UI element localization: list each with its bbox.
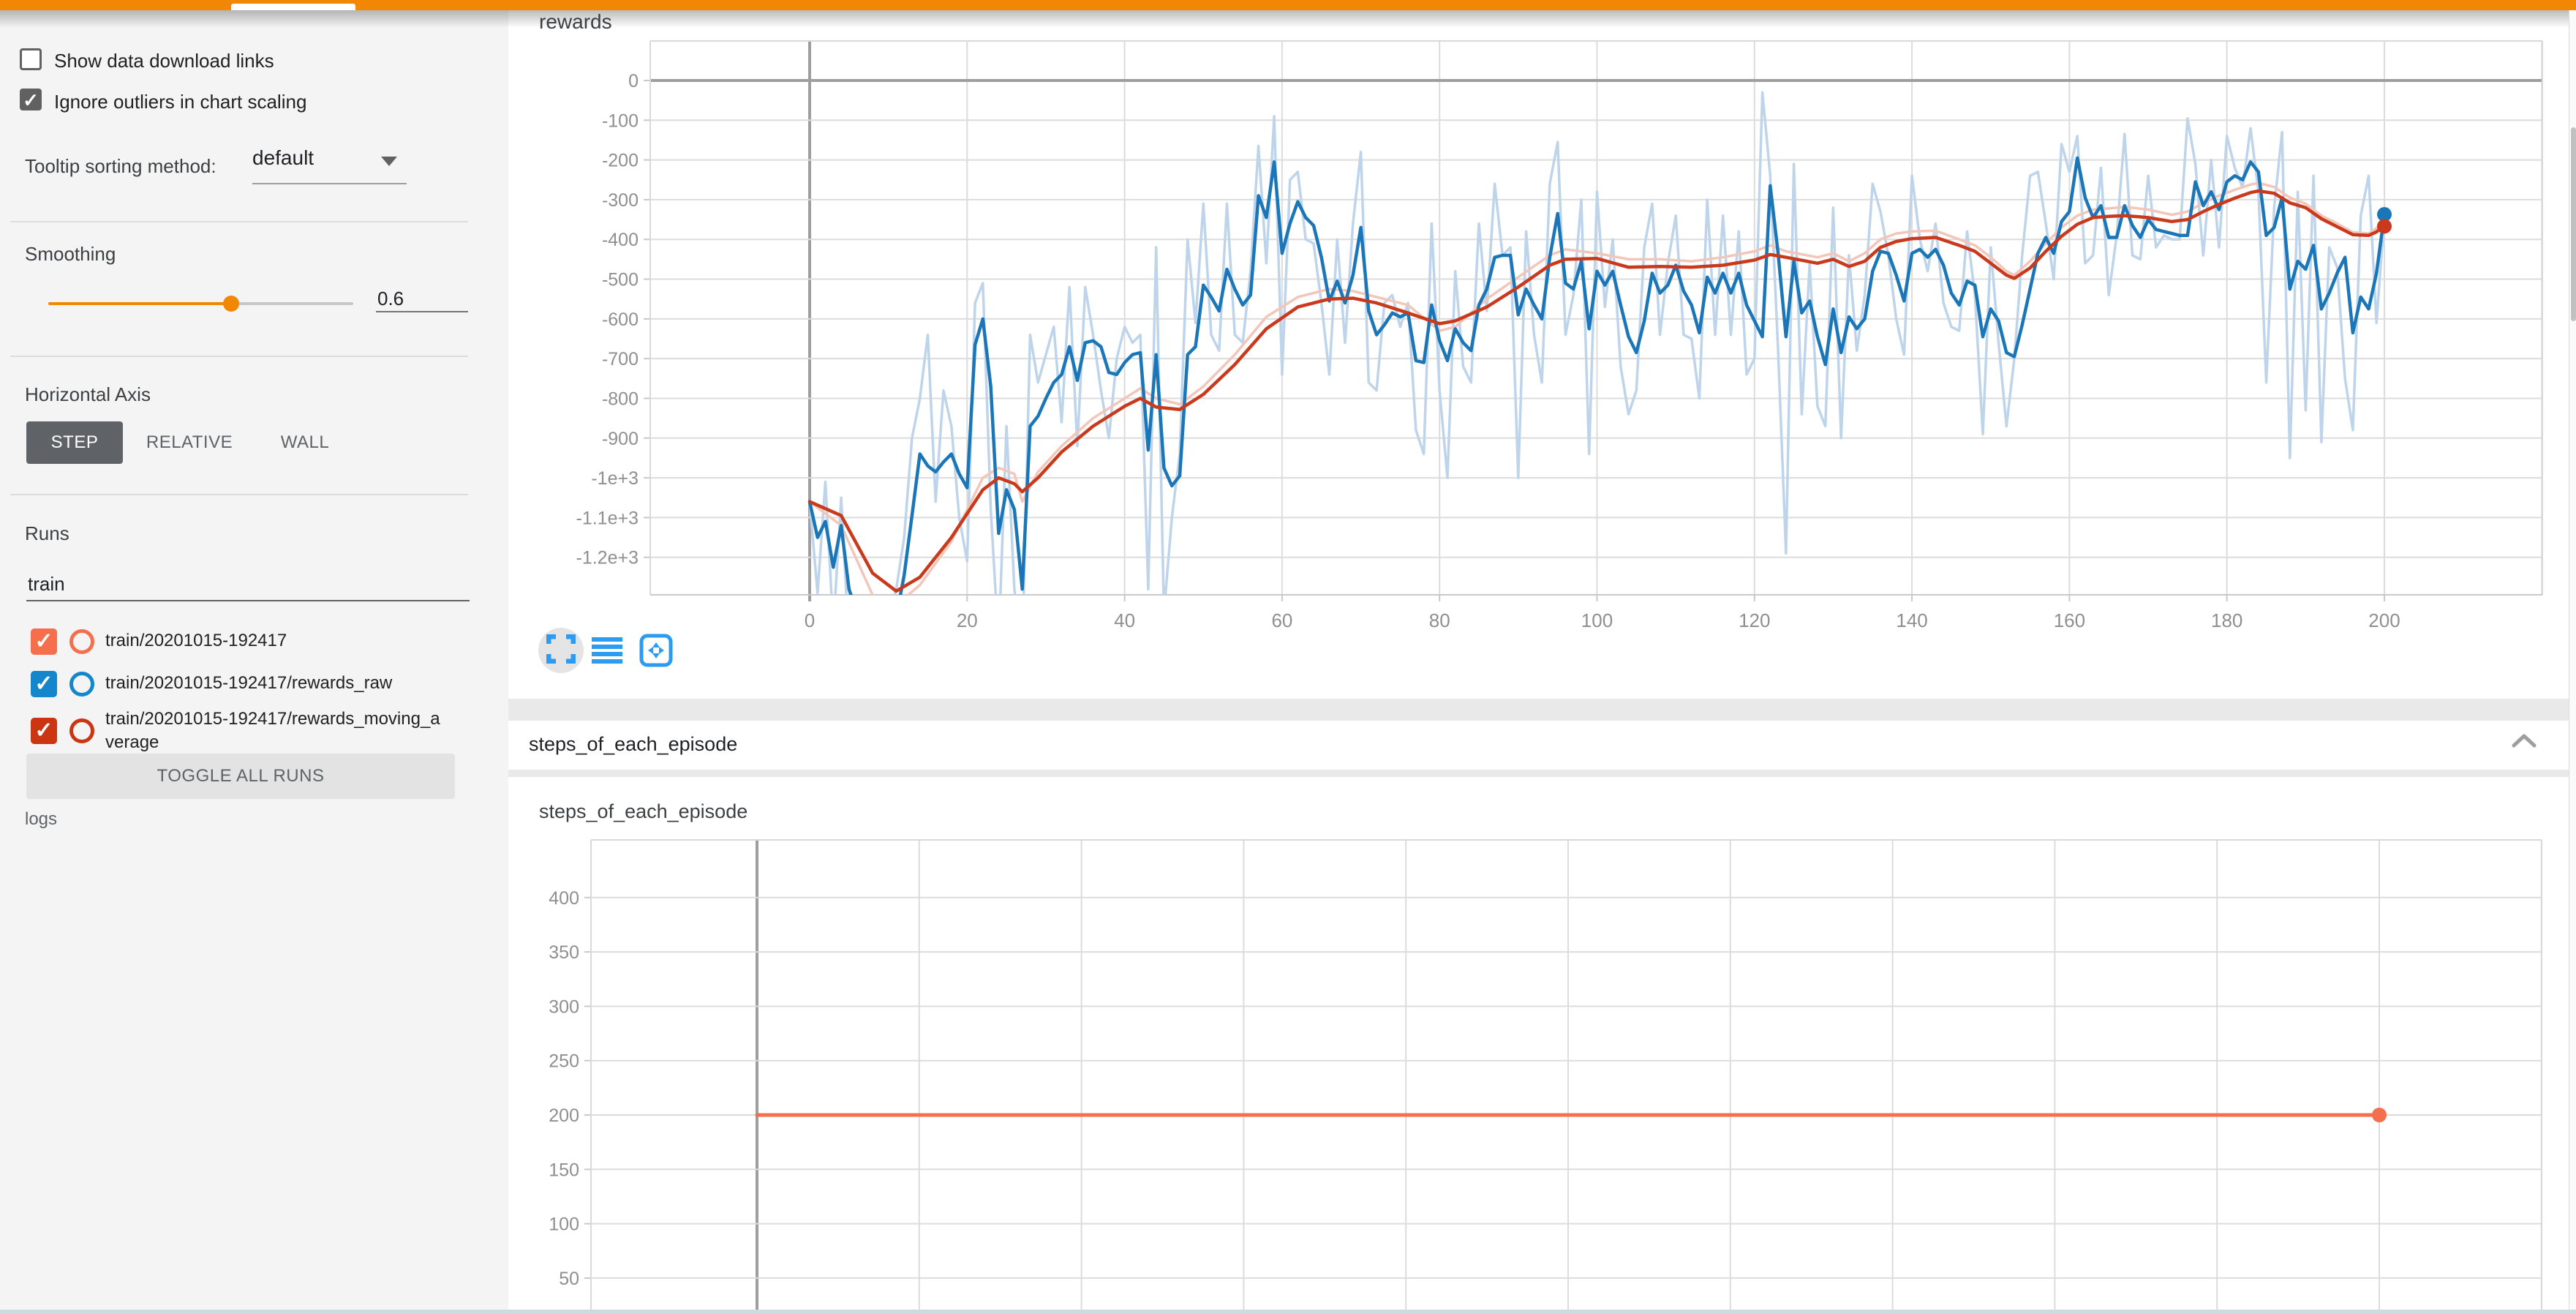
top-bar: [0, 0, 2576, 10]
runs-filter-input[interactable]: [26, 568, 470, 601]
collapse-section-button[interactable]: [2509, 731, 2539, 755]
run-label: train/20201015-192417/rewards_moving_ave…: [105, 707, 440, 754]
fit-domain-button[interactable]: [639, 633, 674, 672]
run-color-circle[interactable]: [69, 672, 94, 697]
run-item[interactable]: ✓ train/20201015-192417: [31, 628, 440, 655]
section-header-title: steps_of_each_episode: [529, 733, 737, 756]
horizontal-lines-button[interactable]: [592, 637, 622, 667]
run-label: train/20201015-192417/rewards_raw: [105, 672, 440, 695]
bottom-edge: [0, 1310, 2576, 1314]
rewards-chart-title: rewards: [539, 10, 612, 34]
fit-domain-icon: [639, 658, 674, 671]
axis-relative-button[interactable]: RELATIVE: [143, 421, 236, 464]
tooltip-sorting-select[interactable]: default: [252, 146, 407, 184]
chevron-up-icon: [2509, 742, 2539, 754]
rewards-chart-card: rewards: [508, 10, 2569, 699]
tensorboard-page: rewards: [0, 0, 2576, 1314]
ignore-outliers-label: Ignore outliers in chart scaling: [54, 91, 306, 113]
scrollbar-thumb[interactable]: [2571, 127, 2576, 321]
show-download-links-label: Show data download links: [54, 50, 274, 72]
runs-label: Runs: [25, 522, 69, 545]
steps-chart-title: steps_of_each_episode: [539, 800, 747, 823]
fullscreen-button[interactable]: [538, 628, 584, 673]
page-scrollbar[interactable]: [2569, 10, 2576, 1314]
show-download-links-checkbox[interactable]: [20, 48, 42, 70]
smoothing-slider-fill: [48, 302, 231, 305]
toggle-all-runs-button[interactable]: TOGGLE ALL RUNS: [26, 754, 455, 799]
run-item[interactable]: ✓ train/20201015-192417/rewards_raw: [31, 671, 440, 697]
tooltip-sorting-label: Tooltip sorting method:: [25, 155, 216, 178]
run-checkbox[interactable]: ✓: [31, 671, 57, 697]
topbar-loading-indicator: [231, 4, 355, 10]
smoothing-label: Smoothing: [25, 243, 116, 266]
tooltip-sorting-value: default: [252, 146, 314, 169]
smoothing-slider-thumb[interactable]: [223, 296, 239, 312]
horizontal-axis-label: Horizontal Axis: [25, 383, 151, 406]
divider: [10, 494, 468, 495]
run-color-circle[interactable]: [69, 629, 94, 654]
axis-step-button[interactable]: STEP: [26, 421, 123, 464]
run-label: train/20201015-192417: [105, 629, 440, 653]
divider: [10, 356, 468, 357]
ignore-outliers-checkbox[interactable]: ✓: [20, 89, 42, 110]
steps-chart-card: steps_of_each_episode: [508, 777, 2569, 1314]
horizontal-lines-icon: [592, 654, 622, 667]
run-checkbox[interactable]: ✓: [31, 718, 57, 744]
fullscreen-icon: [546, 634, 576, 667]
run-color-circle[interactable]: [69, 718, 94, 743]
run-checkbox[interactable]: ✓: [31, 628, 57, 655]
section-header[interactable]: steps_of_each_episode: [508, 721, 2569, 770]
dropdown-arrow-icon: [381, 157, 397, 166]
smoothing-value-input[interactable]: [376, 287, 468, 312]
logdir-label: logs: [25, 809, 57, 830]
axis-wall-button[interactable]: WALL: [266, 421, 344, 464]
divider: [10, 221, 468, 222]
settings-sidebar: Show data download links ✓ Ignore outlie…: [0, 10, 483, 1314]
run-item[interactable]: ✓ train/20201015-192417/rewards_moving_a…: [31, 707, 440, 754]
